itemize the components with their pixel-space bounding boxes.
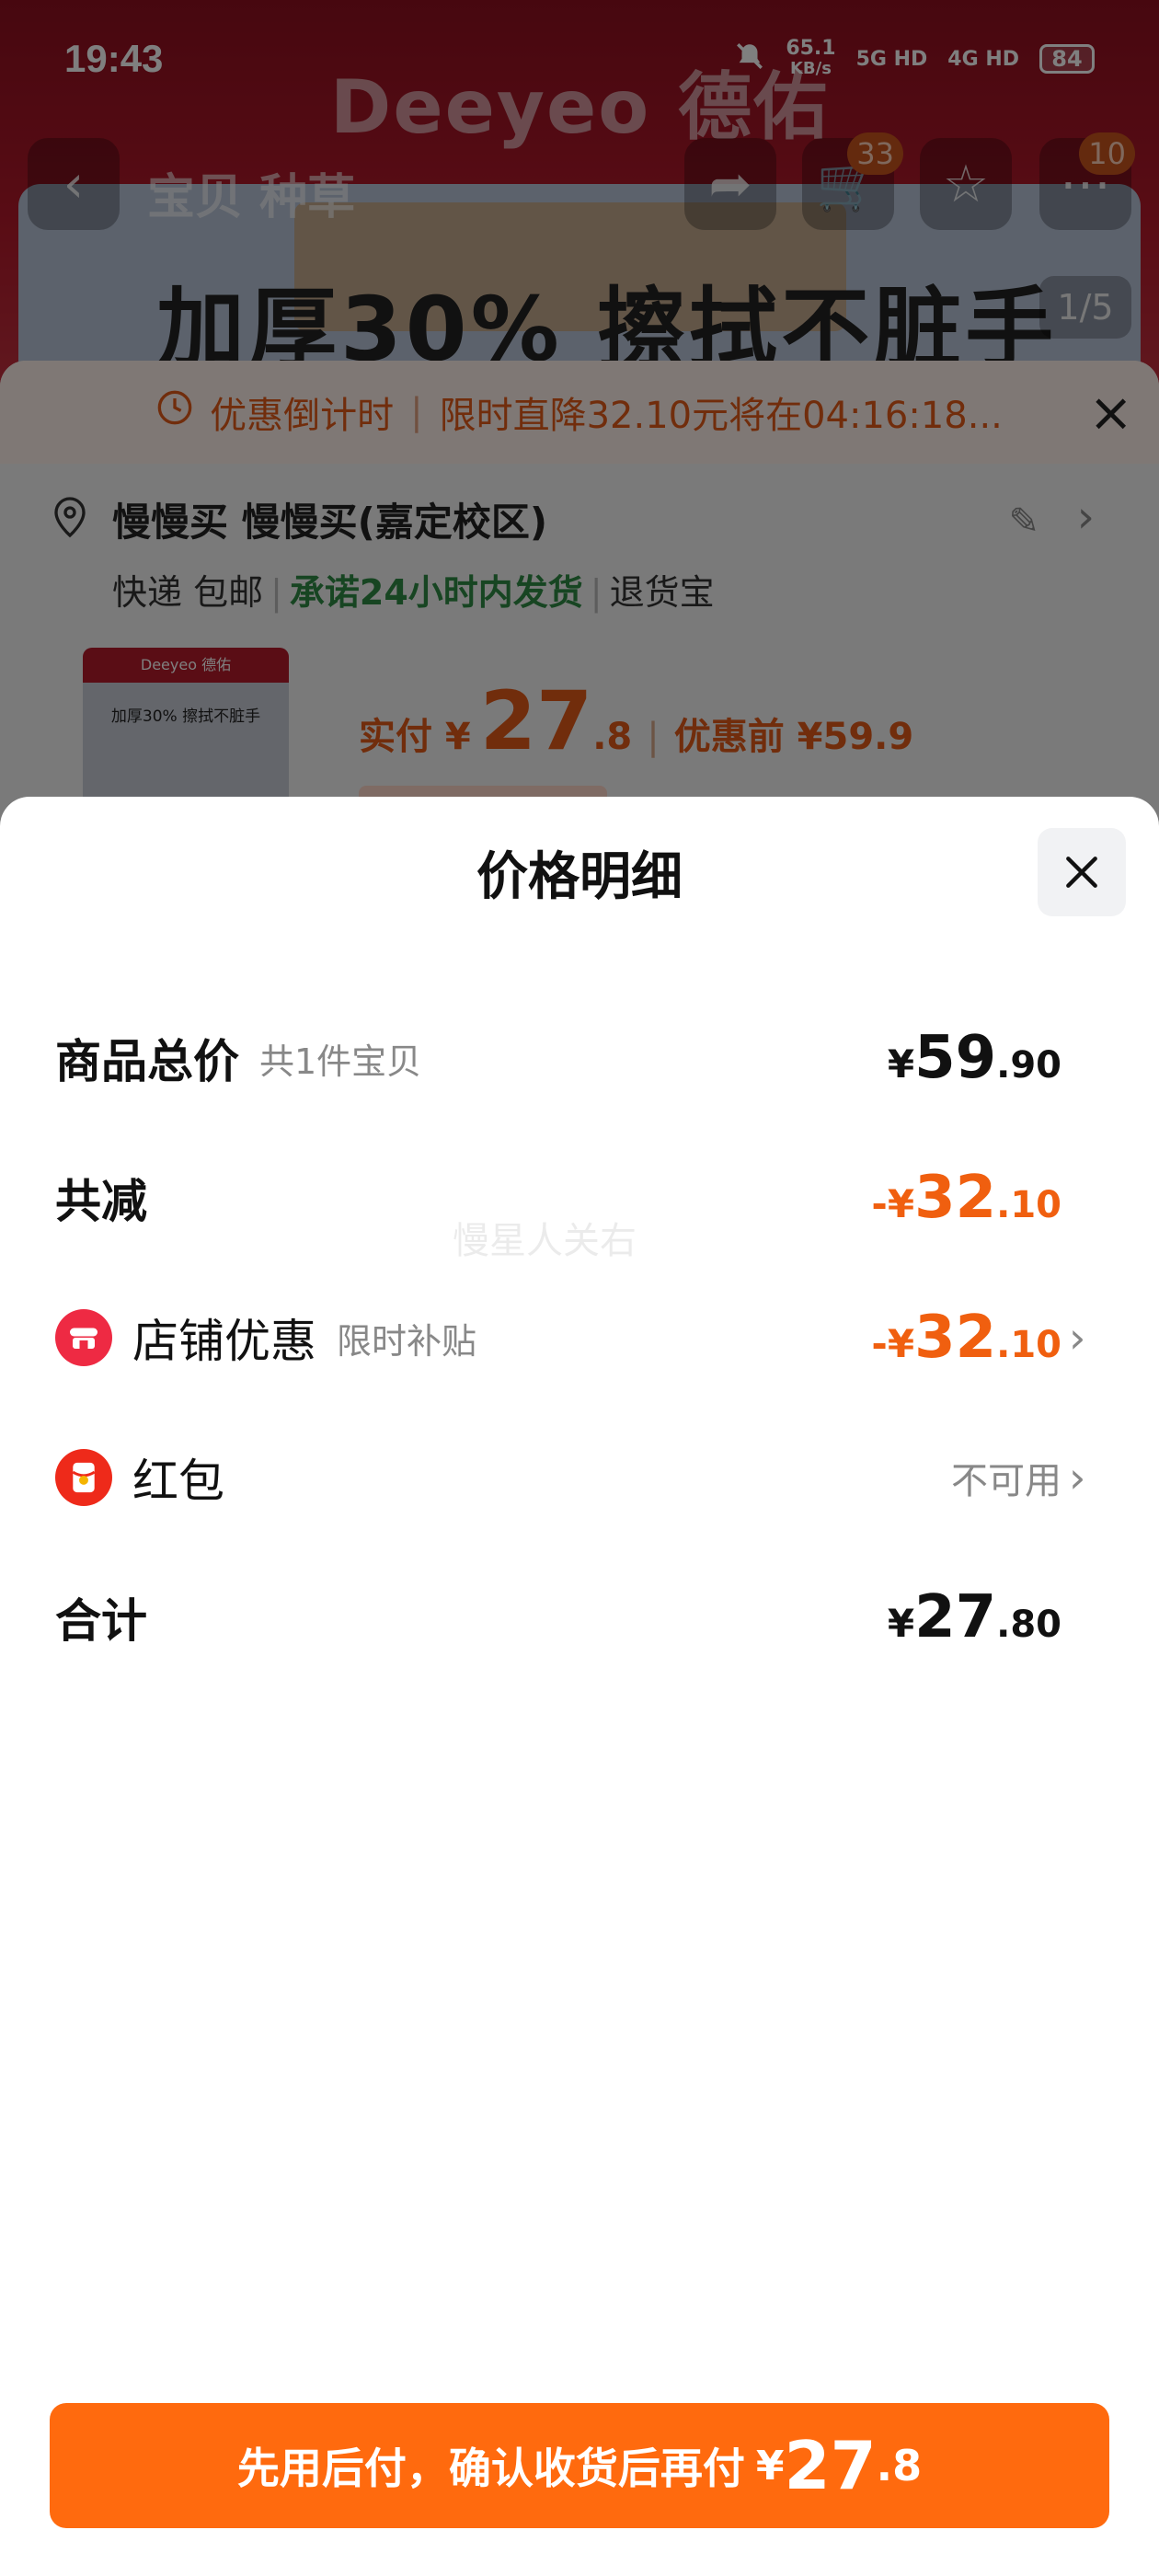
red-packet-icon (55, 1449, 112, 1506)
close-icon (1066, 857, 1097, 888)
shop-icon (55, 1309, 112, 1366)
row-red-packet[interactable]: 红包 不可用 › (55, 1432, 1104, 1524)
row-shop-discount[interactable]: 店铺优惠 限时补贴 -¥ 32.10 › (55, 1292, 1104, 1384)
pay-button-text: 先用后付，确认收货后再付 (236, 2444, 745, 2493)
reduction-label: 共减 (55, 1175, 147, 1228)
grand-total-label: 合计 (55, 1594, 147, 1648)
row-item-total: 商品总价 共1件宝贝 ¥59.90 (55, 1012, 1104, 1104)
shop-discount-label: 店铺优惠 (132, 1315, 316, 1368)
chevron-right-icon: › (1069, 1453, 1086, 1502)
item-count: 共1件宝贝 (259, 1041, 422, 1082)
sheet-title: 价格明细 (476, 847, 683, 907)
close-button[interactable] (1038, 828, 1126, 916)
row-grand-total: 合计 ¥27.80 (55, 1571, 1104, 1663)
pay-later-button[interactable]: 先用后付，确认收货后再付 ¥ 27 .8 (50, 2403, 1109, 2528)
item-total-label: 商品总价 (55, 1035, 239, 1088)
modal-overlay[interactable] (0, 0, 1159, 800)
item-total-amount: ¥59.90 (887, 1024, 1061, 1092)
shop-discount-amount: -¥ 32.10 (871, 1304, 1061, 1372)
grand-total-amount: ¥27.80 (887, 1583, 1061, 1651)
watermark: 慢星人关右 (453, 1220, 637, 1262)
red-packet-label: 红包 (132, 1455, 224, 1508)
red-packet-status: 不可用 (951, 1460, 1061, 1502)
reduction-amount: -¥ 32.10 (871, 1164, 1061, 1232)
shop-discount-sub: 限时补贴 (337, 1320, 477, 1362)
price-detail-sheet: 价格明细 商品总价 共1件宝贝 ¥59.90 共减 -¥ 32.10 慢星人关右 … (0, 797, 1159, 2576)
chevron-right-icon: › (1069, 1313, 1086, 1363)
